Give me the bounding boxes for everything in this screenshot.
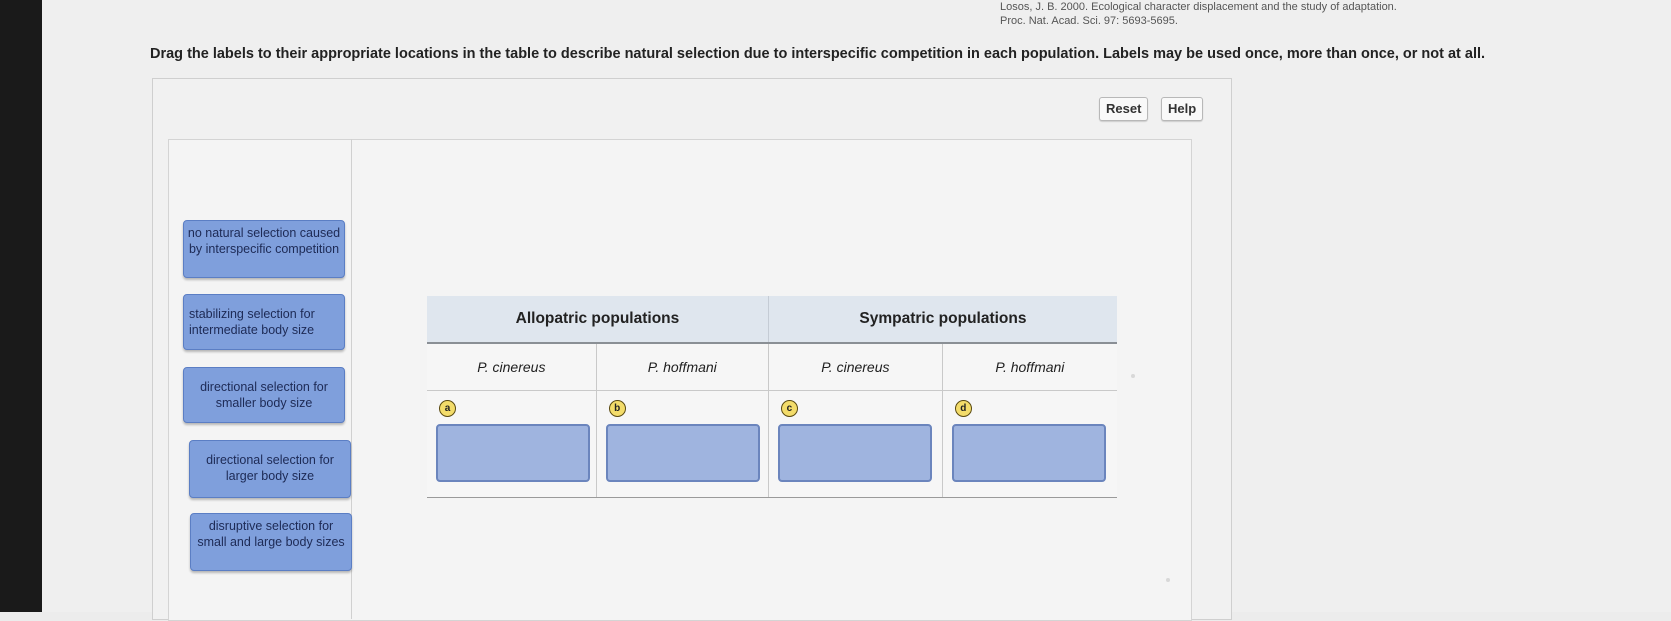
citation-line-2: Proc. Nat. Acad. Sci. 97: 5693-5695. (1000, 15, 1178, 27)
drop-zone-b[interactable] (605, 424, 760, 482)
header-sympatric: Sympatric populations (768, 296, 1117, 344)
drop-zone-d[interactable] (951, 424, 1106, 482)
citation: Losos, J. B. 2000. Ecological character … (1000, 0, 1397, 28)
marker-a: a (439, 400, 456, 417)
label-stabilizing-selection[interactable]: stabilizing selection for intermediate b… (183, 294, 345, 350)
header-allopatric: Allopatric populations (427, 296, 769, 344)
species-cell: P. cinereus (768, 343, 943, 391)
species-cell: P. hoffmani (596, 343, 769, 391)
drop-cell-a: a (427, 390, 597, 498)
species-cell: P. cinereus (427, 343, 597, 391)
reset-button[interactable]: Reset (1099, 97, 1149, 121)
label-no-natural-selection[interactable]: no natural selection caused by interspec… (183, 220, 345, 278)
screen-speck (1131, 374, 1135, 378)
marker-b: b (608, 400, 626, 417)
drop-cell-d: d (942, 390, 1117, 498)
label-directional-larger[interactable]: directional selection for larger body si… (189, 440, 351, 498)
help-button[interactable]: Help (1161, 97, 1204, 121)
label-disruptive-selection[interactable]: disruptive selection for small and large… (190, 513, 352, 571)
drop-zone-a[interactable] (436, 424, 590, 482)
citation-line-1: Losos, J. B. 2000. Ecological character … (1000, 1, 1397, 13)
table-header-row: Allopatric populations Sympatric populat… (427, 296, 1117, 344)
answer-table: Allopatric populations Sympatric populat… (427, 296, 1117, 498)
instructions-text: Drag the labels to their appropriate loc… (150, 46, 1486, 62)
species-row: P. cinereus P. hoffmani P. cinereus P. h… (427, 343, 1117, 391)
drop-cell-b: b (596, 390, 769, 498)
drop-row: a b c d (427, 390, 1117, 498)
marker-d: d (954, 400, 972, 417)
monitor-bezel (0, 0, 42, 612)
label-directional-smaller[interactable]: directional selection for smaller body s… (183, 367, 345, 423)
drop-cell-c: c (768, 390, 943, 498)
drop-zone-c[interactable] (777, 424, 932, 482)
species-cell: P. hoffmani (942, 343, 1117, 391)
marker-c: c (780, 400, 798, 417)
screen-speck (1166, 578, 1170, 582)
